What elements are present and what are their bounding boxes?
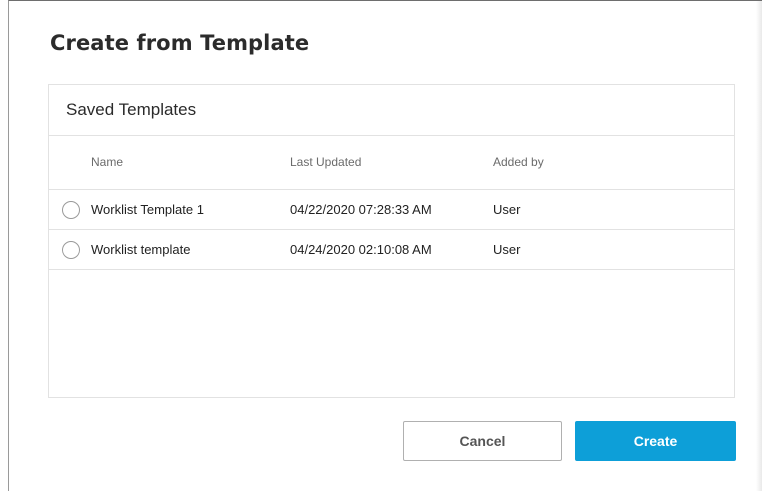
template-last-updated: 04/24/2020 02:10:08 AM	[290, 242, 432, 257]
dialog-edge-shadow	[756, 1, 762, 491]
template-last-updated: 04/22/2020 07:28:33 AM	[290, 202, 432, 217]
column-header-added-by: Added by	[493, 155, 544, 169]
table-row[interactable]: Worklist Template 1 04/22/2020 07:28:33 …	[49, 190, 734, 230]
row-radio-button[interactable]	[62, 201, 80, 219]
table-row[interactable]: Worklist template 04/24/2020 02:10:08 AM…	[49, 230, 734, 270]
dialog-title: Create from Template	[50, 31, 310, 55]
create-button[interactable]: Create	[575, 421, 736, 461]
column-header-name: Name	[91, 155, 124, 169]
template-added-by: User	[493, 202, 521, 217]
create-from-template-dialog: Create from Template Saved Templates Nam…	[8, 0, 762, 491]
template-name: Worklist Template 1	[91, 202, 204, 217]
panel-title: Saved Templates	[66, 100, 197, 119]
row-radio-button[interactable]	[62, 241, 80, 259]
template-added-by: User	[493, 242, 521, 257]
table-header: Name Last Updated Added by	[49, 136, 734, 190]
saved-templates-panel: Saved Templates Name Last Updated Added …	[48, 84, 735, 398]
template-name: Worklist template	[91, 242, 191, 257]
column-header-last-updated: Last Updated	[290, 155, 362, 169]
cancel-button[interactable]: Cancel	[403, 421, 562, 461]
templates-table: Name Last Updated Added by Worklist Temp…	[49, 136, 734, 270]
panel-header: Saved Templates	[49, 85, 734, 136]
